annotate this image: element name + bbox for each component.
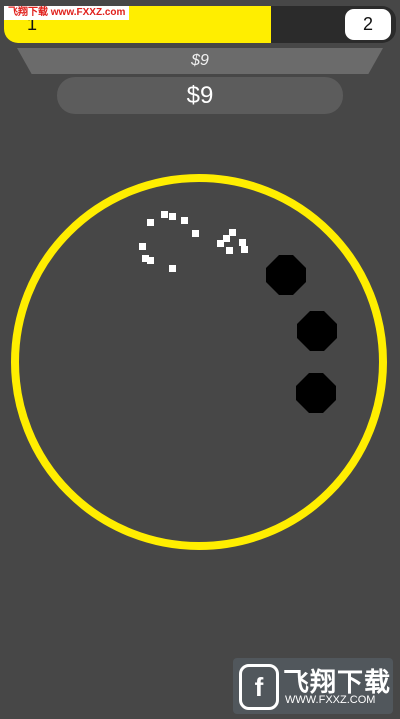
particle [192, 230, 199, 237]
particle [217, 240, 224, 247]
black-obstacle [297, 311, 337, 351]
particle-debris [139, 211, 248, 272]
particle [239, 239, 246, 246]
particle [147, 257, 154, 264]
particle [139, 243, 146, 250]
site-logo: f 飞翔下载 WWW.FXXZ.COM [233, 658, 393, 714]
particle [181, 217, 188, 224]
particle [229, 229, 236, 236]
black-obstacle [296, 373, 336, 413]
logo-url: WWW.FXXZ.COM [285, 694, 376, 706]
f-logo-icon: f [239, 664, 279, 710]
particle [161, 211, 168, 218]
particle [223, 235, 230, 242]
particle [169, 265, 176, 272]
game-field[interactable] [0, 0, 400, 719]
particle [147, 219, 154, 226]
particle [241, 246, 248, 253]
particle [169, 213, 176, 220]
black-obstacle [266, 255, 306, 295]
particle [226, 247, 233, 254]
